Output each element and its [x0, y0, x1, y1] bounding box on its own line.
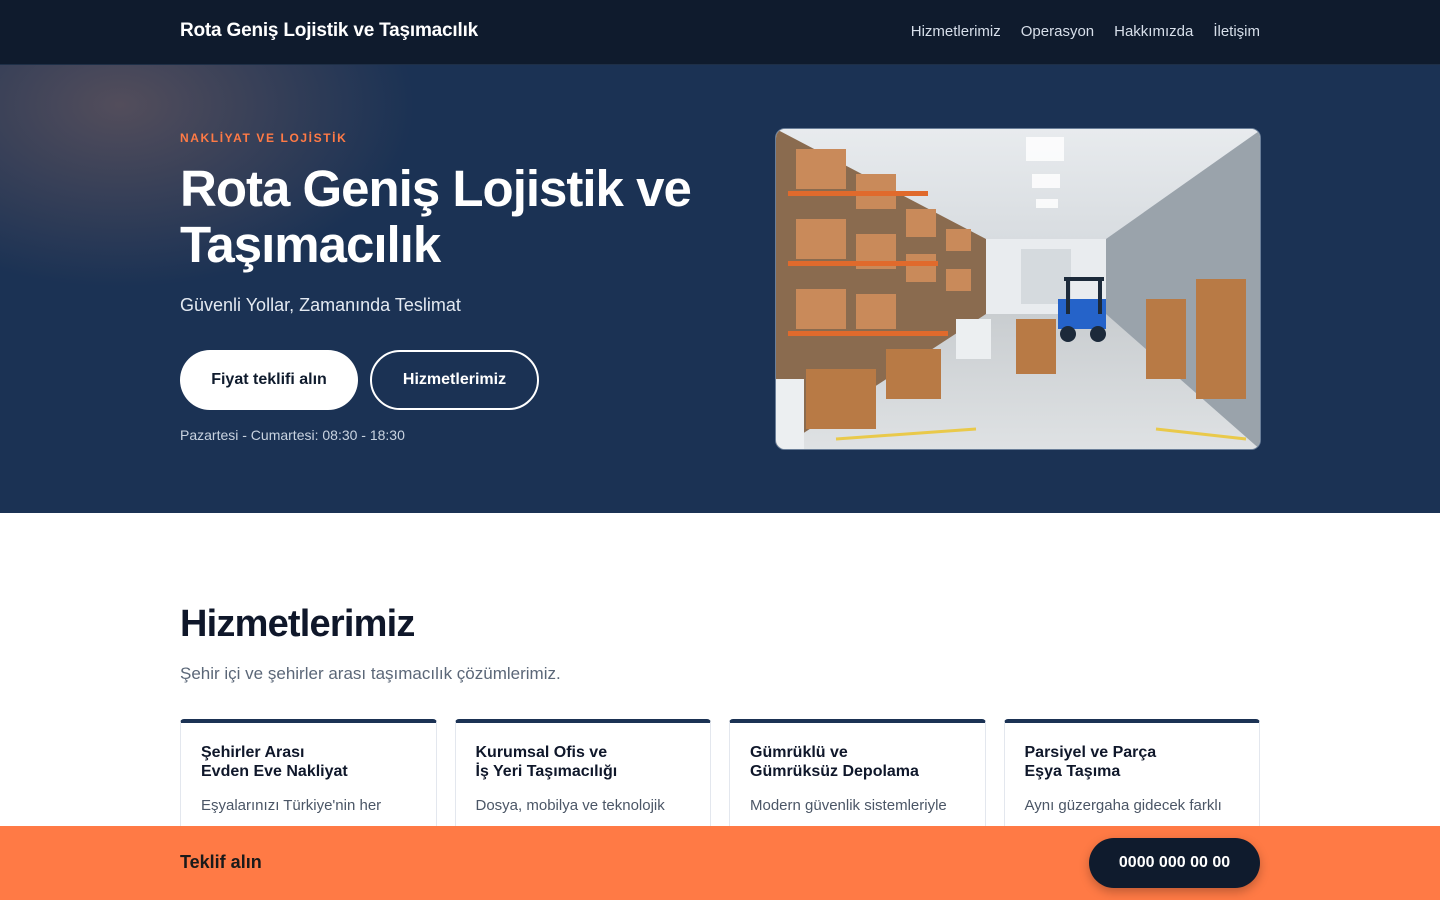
- service-card-text: Eşyalarınızı Türkiye'nin her: [201, 797, 382, 814]
- hero-eyebrow: NAKLİYAT VE LOJİSTİK: [180, 131, 348, 145]
- brand-logo[interactable]: Rota Geniş Lojistik ve Taşımacılık: [180, 20, 478, 42]
- hero-section: NAKLİYAT VE LOJİSTİK Rota Geniş Lojistik…: [0, 65, 1440, 513]
- services-title: Hizmetlerimiz: [180, 603, 415, 645]
- service-card-title: Kurumsal Ofis ve İş Yeri Taşımacılığı: [475, 744, 618, 780]
- working-hours: Pazartesi - Cumartesi: 08:30 - 18:30: [180, 427, 405, 443]
- top-navbar: Rota Geniş Lojistik ve Taşımacılık Hizme…: [0, 0, 1440, 65]
- service-card-title: Şehirler Arası Evden Eve Nakliyat: [201, 744, 348, 780]
- services-button[interactable]: Hizmetlerimiz: [370, 350, 539, 410]
- nav-link-contact[interactable]: İletişim: [1213, 23, 1260, 40]
- phone-call-button[interactable]: 0000 000 00 00: [1089, 838, 1260, 888]
- nav-link-services[interactable]: Hizmetlerimiz: [911, 23, 1001, 40]
- nav-link-about[interactable]: Hakkımızda: [1114, 23, 1193, 40]
- hero-title: Rota Geniş Lojistik ve Taşımacılık: [180, 160, 692, 273]
- sticky-cta-bar: Teklif alın 0000 000 00 00: [0, 826, 1440, 900]
- cta-label[interactable]: Teklif alın: [180, 852, 262, 873]
- service-card-text: Modern güvenlik sistemleriyle: [750, 797, 947, 814]
- service-card-title: Gümrüklü ve Gümrüksüz Depolama: [750, 744, 919, 780]
- services-subtitle: Şehir içi ve şehirler arası taşımacılık …: [180, 664, 561, 683]
- service-card-text: Aynı güzergaha gidecek farklı: [1024, 797, 1222, 814]
- service-card-text: Dosya, mobilya ve teknolojik: [475, 797, 665, 814]
- main-nav: Hizmetlerimiz Operasyon Hakkımızda İleti…: [911, 23, 1260, 40]
- hero-subtitle: Güvenli Yollar, Zamanında Teslimat: [180, 295, 461, 315]
- warehouse-illustration: [776, 129, 1260, 449]
- service-card-title: Parsiyel ve Parça Eşya Taşıma: [1024, 744, 1157, 780]
- nav-link-operations[interactable]: Operasyon: [1021, 23, 1094, 40]
- get-quote-button[interactable]: Fiyat teklifi alın: [180, 350, 358, 410]
- warehouse-image: [775, 128, 1261, 450]
